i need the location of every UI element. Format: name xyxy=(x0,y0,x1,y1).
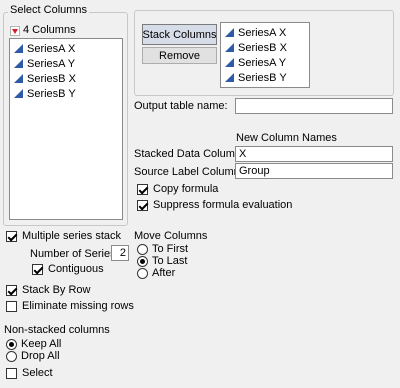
list-item-label: SeriesA X xyxy=(27,42,76,55)
list-item[interactable]: SeriesA Y xyxy=(14,56,122,71)
number-of-series-label: Number of Series xyxy=(30,248,116,260)
select-label: Select xyxy=(22,367,53,379)
list-item[interactable]: SeriesA Y xyxy=(225,55,309,70)
copy-formula-label: Copy formula xyxy=(153,183,219,195)
suppress-formula-checkbox[interactable] xyxy=(137,200,148,211)
stacked-columns-list[interactable]: SeriesA X SeriesB X SeriesA Y SeriesB Y xyxy=(220,22,310,88)
list-item-label: SeriesB Y xyxy=(238,71,287,84)
after-radio[interactable] xyxy=(137,268,148,279)
number-of-series-input[interactable] xyxy=(111,245,129,261)
list-item-label: SeriesA X xyxy=(238,26,287,39)
non-stacked-title: Non-stacked columns xyxy=(4,324,110,336)
drop-all-radio[interactable] xyxy=(6,351,17,362)
source-label-column-input[interactable] xyxy=(235,163,393,179)
to-first-radio[interactable] xyxy=(137,244,148,255)
columns-count-label: 4 Columns xyxy=(23,24,76,36)
column-list[interactable]: SeriesA X SeriesA Y SeriesB X SeriesB Y xyxy=(9,38,123,220)
drop-all-label: Drop All xyxy=(21,350,60,362)
to-last-label: To Last xyxy=(152,255,188,267)
copy-formula-checkbox[interactable] xyxy=(137,184,148,195)
list-item-label: SeriesB X xyxy=(27,72,76,85)
list-item[interactable]: SeriesB X xyxy=(14,71,122,86)
list-item[interactable]: SeriesB Y xyxy=(225,70,309,85)
list-item-label: SeriesB Y xyxy=(27,87,76,100)
continuous-icon xyxy=(225,73,234,82)
stack-by-row-label: Stack By Row xyxy=(22,284,91,296)
contiguous-label: Contiguous xyxy=(48,263,104,275)
stack-by-row-checkbox[interactable] xyxy=(6,285,17,296)
to-first-label: To First xyxy=(152,243,189,255)
multiple-series-label: Multiple series stack xyxy=(22,230,122,242)
source-label-column-label: Source Label Column xyxy=(134,166,240,178)
list-item-label: SeriesA Y xyxy=(238,56,287,69)
output-table-label: Output table name: xyxy=(134,100,228,112)
continuous-icon xyxy=(14,89,23,98)
continuous-icon xyxy=(225,58,234,67)
output-table-input[interactable] xyxy=(235,98,393,114)
suppress-formula-label: Suppress formula evaluation xyxy=(153,199,293,211)
new-column-names-header: New Column Names xyxy=(236,132,337,144)
list-item[interactable]: SeriesA X xyxy=(14,41,122,56)
list-item[interactable]: SeriesA X xyxy=(225,25,309,40)
after-label: After xyxy=(152,267,176,279)
columns-menu-icon[interactable] xyxy=(10,26,20,36)
keep-all-radio[interactable] xyxy=(6,339,17,350)
continuous-icon xyxy=(14,59,23,68)
move-columns-title: Move Columns xyxy=(134,230,208,242)
multiple-series-checkbox[interactable] xyxy=(6,231,17,242)
list-item-label: SeriesB X xyxy=(238,41,287,54)
to-last-radio[interactable] xyxy=(137,256,148,267)
continuous-icon xyxy=(14,44,23,53)
stacked-data-column-label: Stacked Data Column xyxy=(134,148,241,160)
continuous-icon xyxy=(225,28,234,37)
continuous-icon xyxy=(14,74,23,83)
contiguous-checkbox[interactable] xyxy=(32,264,43,275)
list-item-label: SeriesA Y xyxy=(27,57,76,70)
keep-all-label: Keep All xyxy=(21,338,62,350)
stack-columns-button[interactable]: Stack Columns xyxy=(142,24,217,45)
remove-button[interactable]: Remove xyxy=(142,47,217,64)
continuous-icon xyxy=(225,43,234,52)
stacked-data-column-input[interactable] xyxy=(235,146,393,162)
select-checkbox[interactable] xyxy=(6,368,17,379)
eliminate-missing-checkbox[interactable] xyxy=(6,301,17,312)
select-columns-title: Select Columns xyxy=(8,4,90,16)
list-item[interactable]: SeriesB Y xyxy=(14,86,122,101)
list-item[interactable]: SeriesB X xyxy=(225,40,309,55)
eliminate-missing-label: Eliminate missing rows xyxy=(22,300,134,312)
